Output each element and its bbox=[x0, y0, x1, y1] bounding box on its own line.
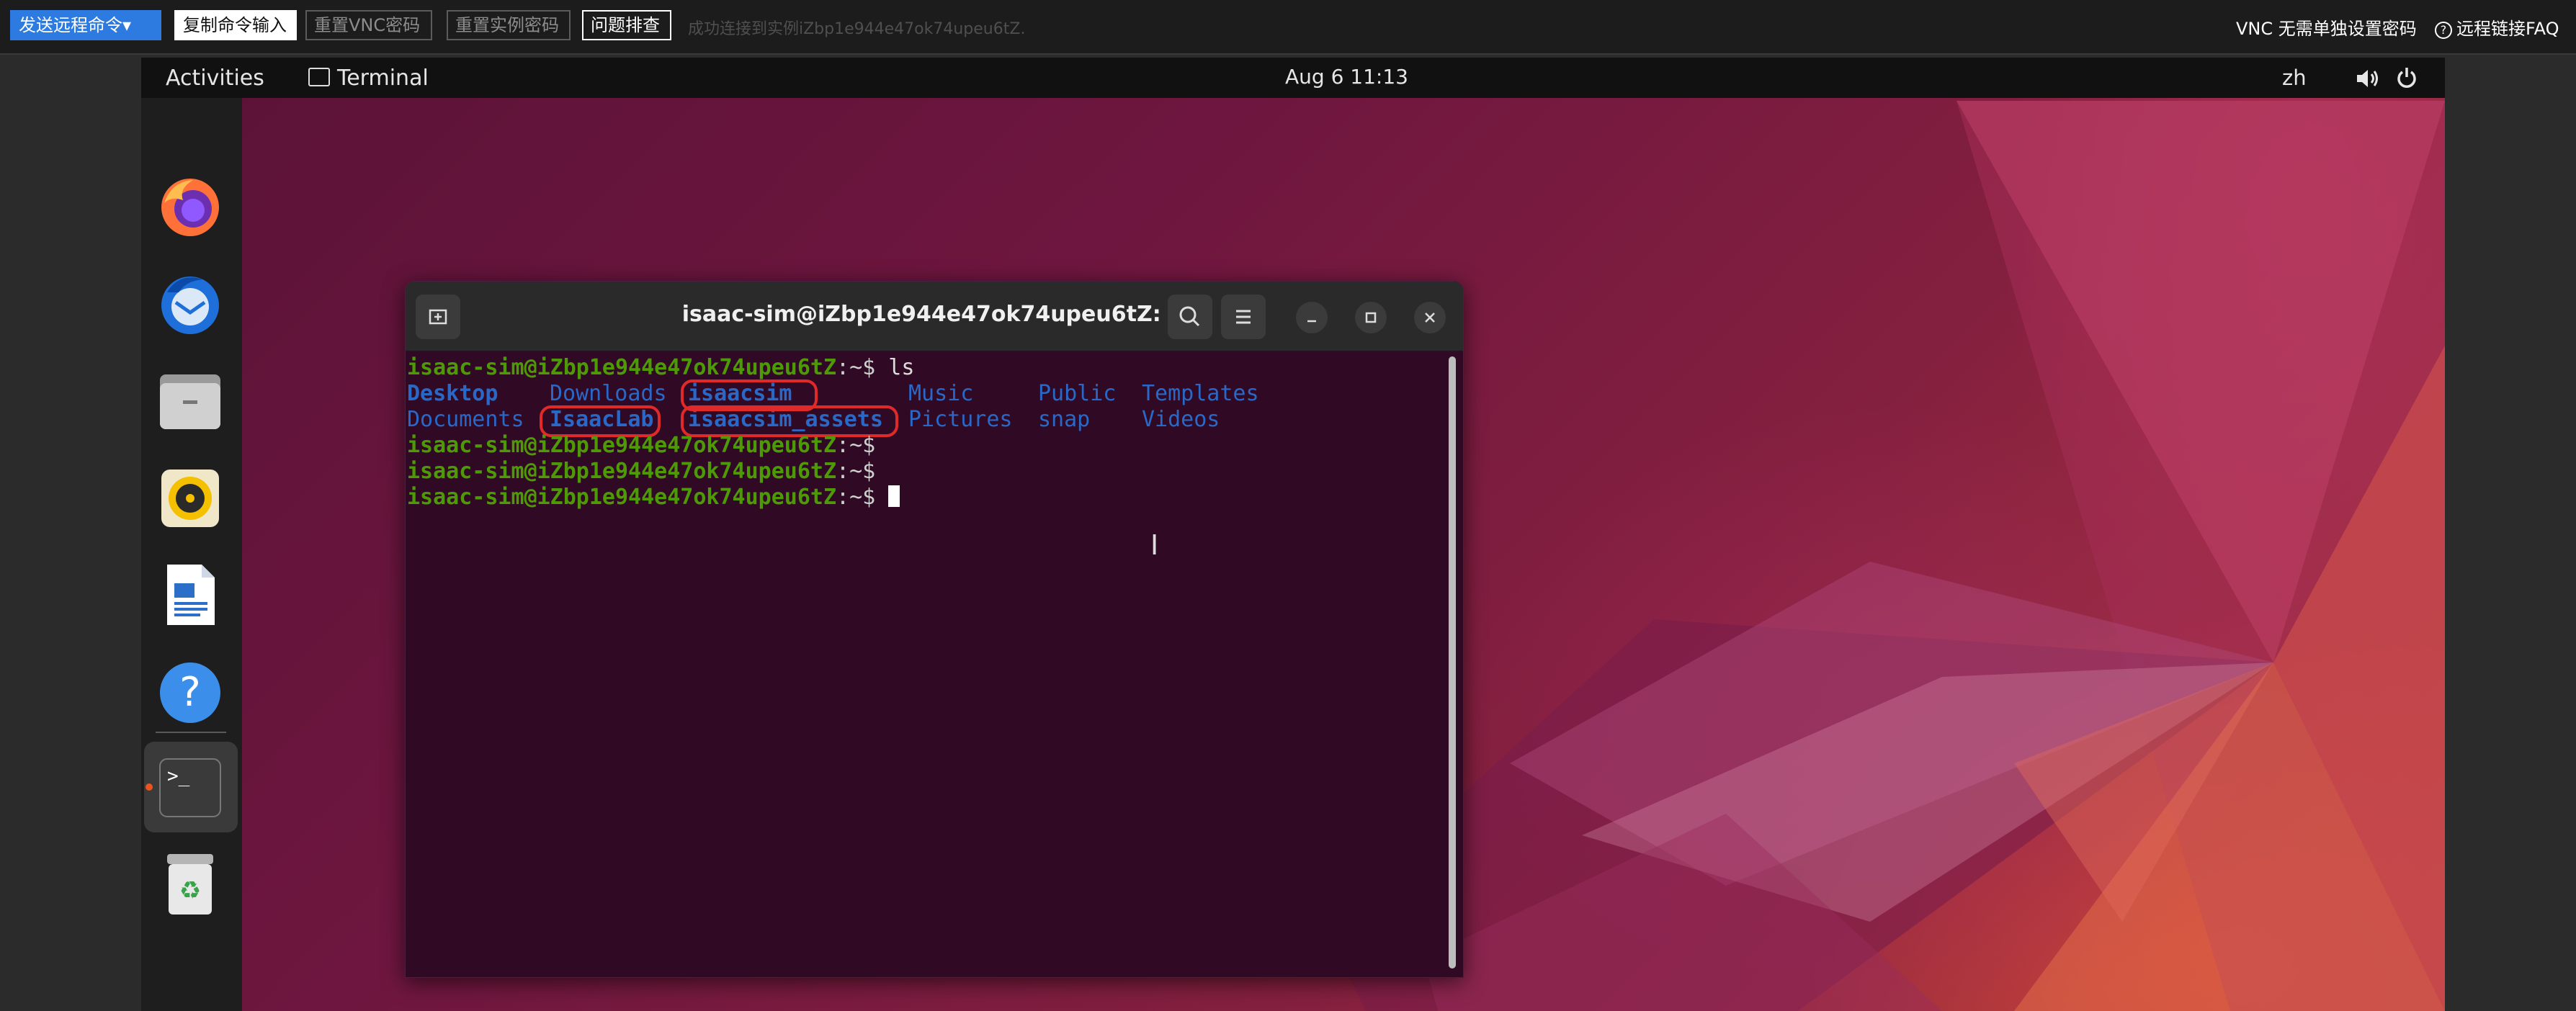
reset-vnc-password-button[interactable]: 重置VNC密码 bbox=[305, 10, 432, 40]
terminal-output[interactable]: isaac-sim@iZbp1e944e47ok74upeu6tZ:~$ ls … bbox=[406, 351, 1463, 977]
maximize-icon bbox=[1365, 312, 1377, 323]
vnc-toolbar: 发送远程命令▾ 复制命令输入 重置VNC密码 重置实例密码 问题排查 成功连接到… bbox=[0, 0, 2576, 55]
terminal-scrollbar[interactable] bbox=[1449, 356, 1456, 969]
dir-snap: snap bbox=[1038, 407, 1091, 432]
connection-status: 成功连接到实例iZbp1e944e47ok74upeu6tZ. bbox=[688, 20, 1026, 38]
close-icon bbox=[1425, 313, 1435, 323]
hamburger-menu-icon bbox=[1236, 310, 1251, 324]
terminal-line: isaac-sim@iZbp1e944e47ok74upeu6tZ:~$ bbox=[407, 459, 875, 485]
minimize-icon bbox=[1307, 320, 1316, 323]
gnome-top-bar: Activities Terminal Aug 6 11:13 zh bbox=[141, 58, 2445, 98]
dir-templates: Templates bbox=[1142, 381, 1259, 406]
firefox-icon[interactable] bbox=[157, 174, 223, 241]
rhythmbox-icon[interactable] bbox=[157, 465, 223, 531]
dock: ? >_ ♻ bbox=[141, 98, 242, 1011]
activities-button[interactable]: Activities bbox=[166, 66, 264, 91]
reset-instance-password-button[interactable]: 重置实例密码 bbox=[447, 10, 571, 40]
prompt-user-host: isaac-sim@iZbp1e944e47ok74upeu6tZ bbox=[407, 433, 837, 458]
terminal-icon[interactable]: >_ bbox=[157, 755, 223, 821]
help-icon[interactable]: ? bbox=[157, 660, 223, 726]
dir-videos: Videos bbox=[1142, 407, 1220, 432]
dir-music: Music bbox=[908, 381, 974, 406]
running-indicator bbox=[146, 783, 153, 791]
volume-icon[interactable] bbox=[2356, 68, 2380, 89]
app-menu-terminal[interactable]: Terminal bbox=[308, 66, 429, 91]
text-cursor bbox=[888, 485, 900, 507]
vnc-password-note: VNC 无需单独设置密码 bbox=[2236, 19, 2417, 39]
maximize-button[interactable] bbox=[1355, 302, 1387, 333]
search-icon bbox=[1179, 306, 1200, 327]
thunderbird-icon[interactable] bbox=[157, 271, 223, 337]
faq-label: 远程链接FAQ bbox=[2456, 19, 2559, 39]
clock[interactable]: Aug 6 11:13 bbox=[1285, 65, 1408, 89]
dir-downloads: Downloads bbox=[550, 381, 667, 406]
files-icon[interactable] bbox=[157, 367, 223, 433]
libreoffice-writer-icon[interactable] bbox=[157, 562, 223, 628]
ibeam-cursor-icon: I bbox=[1150, 529, 1159, 561]
terminal-small-icon bbox=[308, 68, 330, 86]
copy-command-input-button[interactable]: 复制命令输入 bbox=[174, 10, 297, 40]
svg-text:>_: >_ bbox=[167, 765, 190, 787]
help-circle-icon: ? bbox=[2435, 22, 2452, 39]
remote-desktop[interactable]: Activities Terminal Aug 6 11:13 zh ? >_ … bbox=[141, 58, 2445, 1011]
prompt-path: :~$ bbox=[836, 355, 876, 380]
search-button[interactable] bbox=[1168, 295, 1212, 339]
dir-documents: Documents bbox=[407, 407, 524, 432]
prompt-user-host: isaac-sim@iZbp1e944e47ok74upeu6tZ bbox=[407, 459, 837, 484]
input-language-indicator[interactable]: zh bbox=[2282, 66, 2307, 90]
send-remote-command-button[interactable]: 发送远程命令▾ bbox=[10, 10, 161, 40]
svg-text:♻: ♻ bbox=[179, 876, 201, 905]
terminal-line: isaac-sim@iZbp1e944e47ok74upeu6tZ:~$ bbox=[407, 485, 900, 511]
prompt-path: :~$ bbox=[836, 485, 876, 510]
menu-button[interactable] bbox=[1221, 295, 1266, 339]
terminal-line: isaac-sim@iZbp1e944e47ok74upeu6tZ:~$ ls bbox=[407, 355, 914, 381]
prompt-path: :~$ bbox=[836, 433, 876, 458]
dir-public: Public bbox=[1038, 381, 1117, 406]
dir-pictures: Pictures bbox=[908, 407, 1013, 432]
faq-link[interactable]: ? 远程链接FAQ bbox=[2435, 14, 2559, 40]
terminal-line: isaac-sim@iZbp1e944e47ok74upeu6tZ:~$ bbox=[407, 433, 875, 459]
terminal-headerbar[interactable]: isaac-sim@iZbp1e944e47ok74upeu6tZ: ~ bbox=[406, 282, 1463, 351]
close-button[interactable] bbox=[1414, 302, 1446, 333]
dock-separator bbox=[156, 732, 226, 733]
power-icon[interactable] bbox=[2396, 66, 2418, 89]
command-text: ls bbox=[875, 355, 915, 380]
trash-icon[interactable]: ♻ bbox=[157, 851, 223, 917]
prompt-user-host: isaac-sim@iZbp1e944e47ok74upeu6tZ bbox=[407, 355, 837, 380]
app-name-label: Terminal bbox=[337, 66, 429, 91]
prompt-user-host: isaac-sim@iZbp1e944e47ok74upeu6tZ bbox=[407, 485, 837, 510]
prompt-path: :~$ bbox=[836, 459, 876, 484]
dir-desktop: Desktop bbox=[407, 381, 498, 406]
terminal-window[interactable]: isaac-sim@iZbp1e944e47ok74upeu6tZ: ~ isa… bbox=[405, 281, 1464, 978]
svg-text:?: ? bbox=[179, 669, 201, 716]
troubleshoot-button[interactable]: 问题排查 bbox=[582, 10, 671, 40]
minimize-button[interactable] bbox=[1296, 302, 1328, 333]
